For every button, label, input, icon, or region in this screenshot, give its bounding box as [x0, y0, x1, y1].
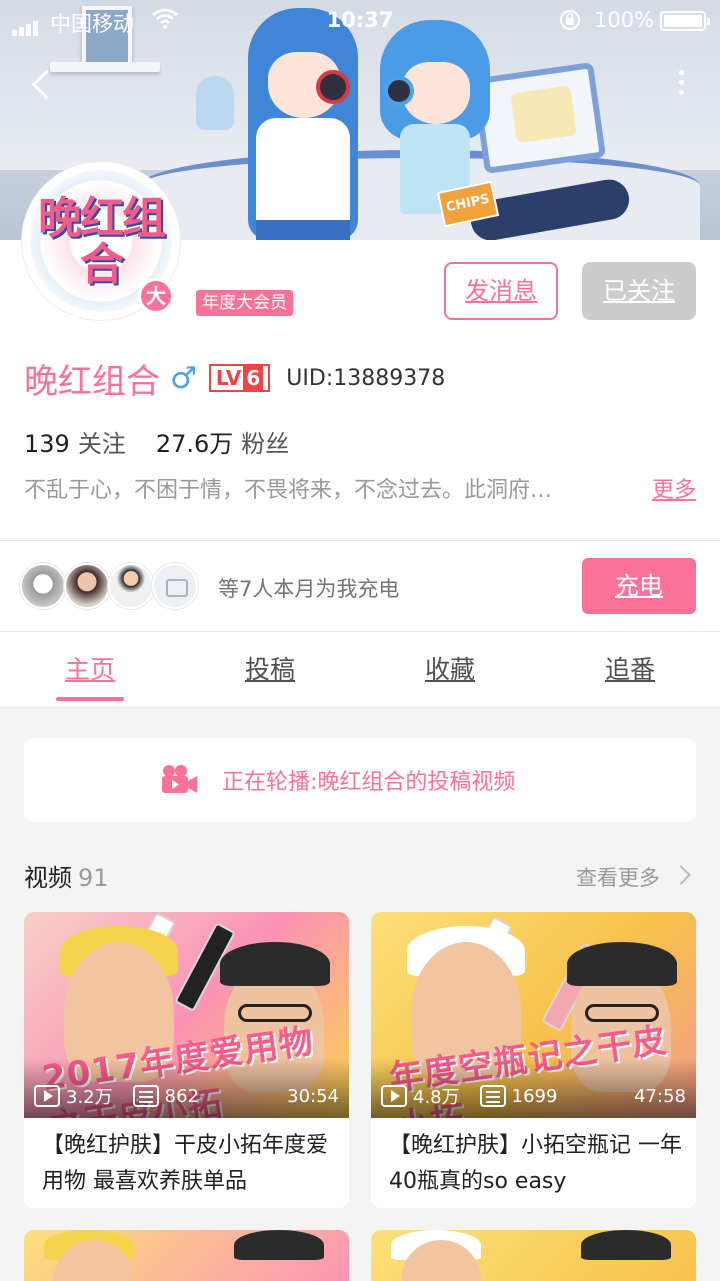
user-id: UID:13889378	[286, 365, 446, 391]
charger-avatar[interactable]	[64, 563, 110, 609]
following-label: 关注	[77, 430, 126, 458]
charger-avatar[interactable]	[20, 563, 66, 609]
rotation-lock-icon	[558, 8, 582, 37]
video-camera-icon	[160, 764, 198, 794]
play-count: 4.8万	[413, 1087, 460, 1108]
fans-count: 27.6万	[155, 430, 234, 458]
video-title: 【晚红护肤】干皮小拓年度爱用物 最喜欢养肤单品	[42, 1133, 329, 1194]
video-thumbnail: 年度空瓶记之干皮小拓 4.8万 1699 47:58	[371, 912, 696, 1118]
bio-text: 不乱于心，不困于情，不畏将来，不念过去。此洞府…	[24, 478, 553, 503]
banner-headphone-icon	[316, 70, 350, 104]
charge-button[interactable]: 充电	[582, 558, 696, 614]
video-card[interactable]: 年度空瓶记之干皮小拓 4.8万 1699 47:58 【晚红护肤】小拓空瓶记 一…	[371, 912, 696, 1208]
video-card-partial[interactable]	[371, 1230, 696, 1281]
tab-favorites[interactable]: 收藏	[360, 632, 540, 707]
battery-percent: 100%	[594, 8, 655, 32]
thumb-person-hat	[581, 1230, 671, 1260]
status-bar: 中国移动 10:37 100%	[0, 0, 720, 40]
charge-row: 等7人本月为我充电 充电	[0, 540, 720, 632]
charger-avatar[interactable]	[152, 563, 198, 609]
play-count-icon	[34, 1085, 60, 1107]
play-count-icon	[381, 1085, 407, 1107]
banner-chibi-figure	[196, 76, 234, 130]
charger-avatar[interactable]	[108, 563, 154, 609]
video-card-partial[interactable]	[24, 1230, 349, 1281]
video-meta: 4.8万 1699 47:58	[381, 1082, 686, 1110]
name-row: 晚红组合 ♂ LV 6 UID:13889378	[24, 354, 445, 402]
video-title: 【晚红护肤】小拓空瓶记 一年40瓶真的so easy	[389, 1133, 682, 1194]
banner-monitor	[471, 61, 607, 175]
banner-headphone-icon	[384, 76, 414, 106]
charge-text: 等7人本月为我充电	[218, 577, 400, 601]
video-duration: 47:58	[634, 1085, 686, 1107]
following-count: 139	[24, 430, 70, 458]
thumb-person-hat	[220, 942, 330, 986]
danmaku-icon	[132, 1085, 159, 1107]
fans-stat[interactable]: 27.6万 粉丝	[156, 424, 289, 459]
section-count: 91	[78, 864, 109, 892]
level-number: 6	[243, 366, 264, 390]
danmaku-count: 1699	[511, 1085, 558, 1107]
vip-badge: 年度大会员	[196, 290, 293, 316]
profile-tabs: 主页 投稿 收藏 追番	[0, 632, 720, 708]
send-message-button[interactable]: 发消息	[444, 262, 558, 320]
banner-girl-1-body	[256, 118, 350, 240]
chevron-right-icon[interactable]	[671, 865, 691, 885]
charger-avatars	[20, 563, 198, 609]
view-more-link[interactable]: 查看更多	[576, 862, 660, 892]
username: 晚红组合	[24, 361, 160, 402]
banner-shelf	[50, 62, 160, 72]
thumb-person-hat	[234, 1230, 324, 1260]
back-button[interactable]	[26, 64, 54, 104]
video-duration: 30:54	[287, 1085, 339, 1107]
fans-label: 粉丝	[241, 430, 290, 458]
playlist-bar[interactable]: 正在轮播:晚红组合的投稿视频	[24, 738, 696, 822]
stats-row: 139 关注 27.6万 粉丝	[24, 424, 289, 459]
level-badge: LV 6	[208, 364, 271, 392]
level-prefix: LV	[215, 366, 242, 390]
battery-icon	[660, 11, 710, 31]
video-card[interactable]: 2017年度爱用物之干皮小拓 3.2万 862 30:54 【晚红护肤】干皮小拓…	[24, 912, 349, 1208]
videos-section-header: 视频 91 查看更多	[24, 858, 696, 894]
playlist-text: 正在轮播:晚红组合的投稿视频	[222, 770, 516, 795]
danmaku-icon	[479, 1085, 506, 1107]
male-gender-icon: ♂	[170, 360, 197, 396]
vip-mark-icon: 大	[138, 278, 174, 314]
bio-row: 不乱于心，不困于情，不畏将来，不念过去。此洞府… 更多	[24, 472, 696, 504]
more-options-icon[interactable]	[668, 66, 694, 106]
avatar-logo-text: 晚红组合	[38, 193, 166, 290]
tab-bangumi[interactable]: 追番	[540, 632, 720, 707]
tab-home[interactable]: 主页	[0, 632, 180, 707]
following-stat[interactable]: 139 关注	[24, 424, 126, 459]
followed-button[interactable]: 已关注	[582, 262, 696, 320]
section-title: 视频	[24, 864, 72, 892]
video-meta: 3.2万 862 30:54	[34, 1082, 339, 1110]
tab-uploads[interactable]: 投稿	[180, 632, 360, 707]
video-thumbnail: 2017年度爱用物之干皮小拓 3.2万 862 30:54	[24, 912, 349, 1118]
play-count: 3.2万	[66, 1087, 113, 1108]
thumb-person-hat	[567, 942, 677, 986]
danmaku-count: 862	[164, 1085, 199, 1107]
bio-more-link[interactable]: 更多	[652, 472, 696, 504]
